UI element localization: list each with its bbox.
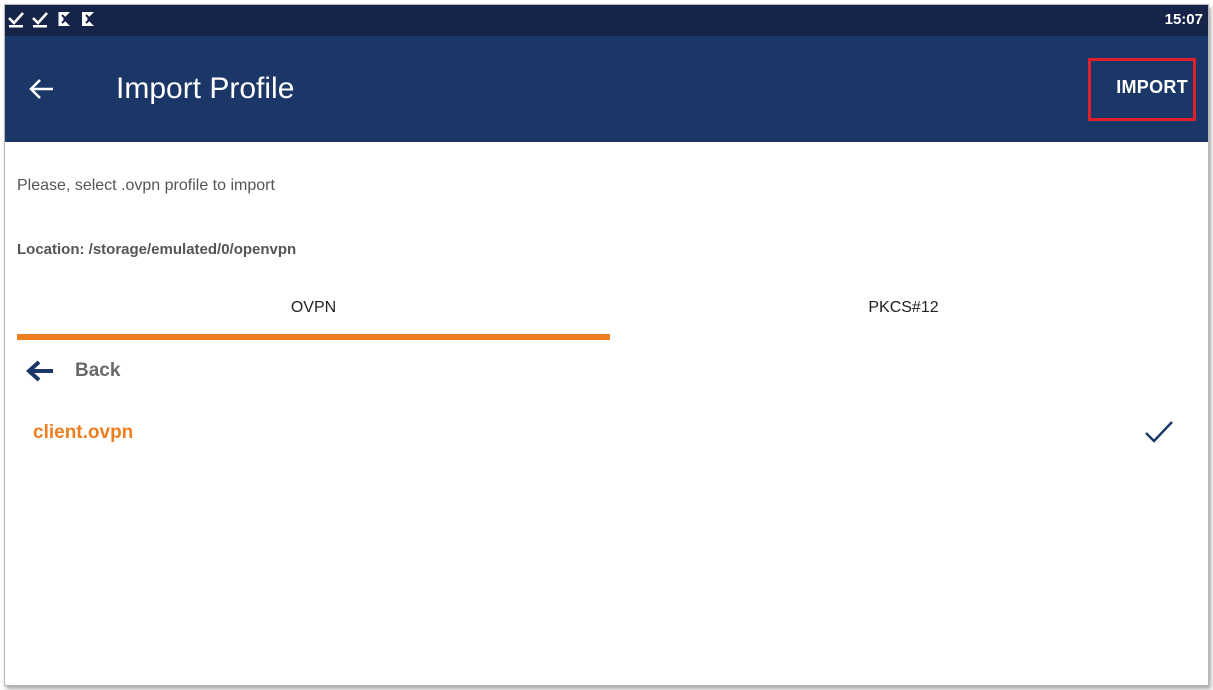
- back-label: Back: [75, 360, 121, 381]
- download-done-icon: [32, 12, 48, 28]
- status-bar: 15:07: [5, 5, 1208, 36]
- tab-ovpn-label: OVPN: [290, 299, 337, 316]
- tab-selected-indicator: [17, 334, 610, 340]
- page-title: Import Profile: [116, 72, 295, 105]
- download-done-icon: [8, 12, 24, 28]
- file-list-item[interactable]: client.ovpn: [17, 410, 1197, 456]
- file-name: client.ovpn: [33, 422, 134, 443]
- check-icon: [1145, 421, 1173, 443]
- send-flag-icon: [82, 12, 94, 26]
- import-button[interactable]: IMPORT: [1116, 77, 1188, 98]
- arrow-back-icon[interactable]: [27, 74, 57, 104]
- back-navigation-row[interactable]: Back: [17, 353, 317, 387]
- instruction-text: Please, select .ovpn profile to import: [17, 177, 275, 194]
- status-time: 15:07: [1164, 11, 1203, 28]
- tab-bar: OVPN PKCS#12: [17, 289, 1197, 343]
- send-flag-icon: [57, 12, 70, 26]
- app-bar: Import Profile IMPORT: [5, 36, 1208, 142]
- arrow-back-icon: [26, 360, 53, 382]
- tab-ovpn[interactable]: OVPN: [17, 289, 610, 343]
- screen-frame: 15:07 Import Profile IMPORT Please, sele…: [4, 4, 1209, 686]
- tab-pkcs12-label: PKCS#12: [868, 299, 939, 316]
- notification-icons: [7, 9, 97, 29]
- location-path: Location: /storage/emulated/0/openvpn: [17, 241, 297, 258]
- tab-pkcs12[interactable]: PKCS#12: [610, 289, 1197, 343]
